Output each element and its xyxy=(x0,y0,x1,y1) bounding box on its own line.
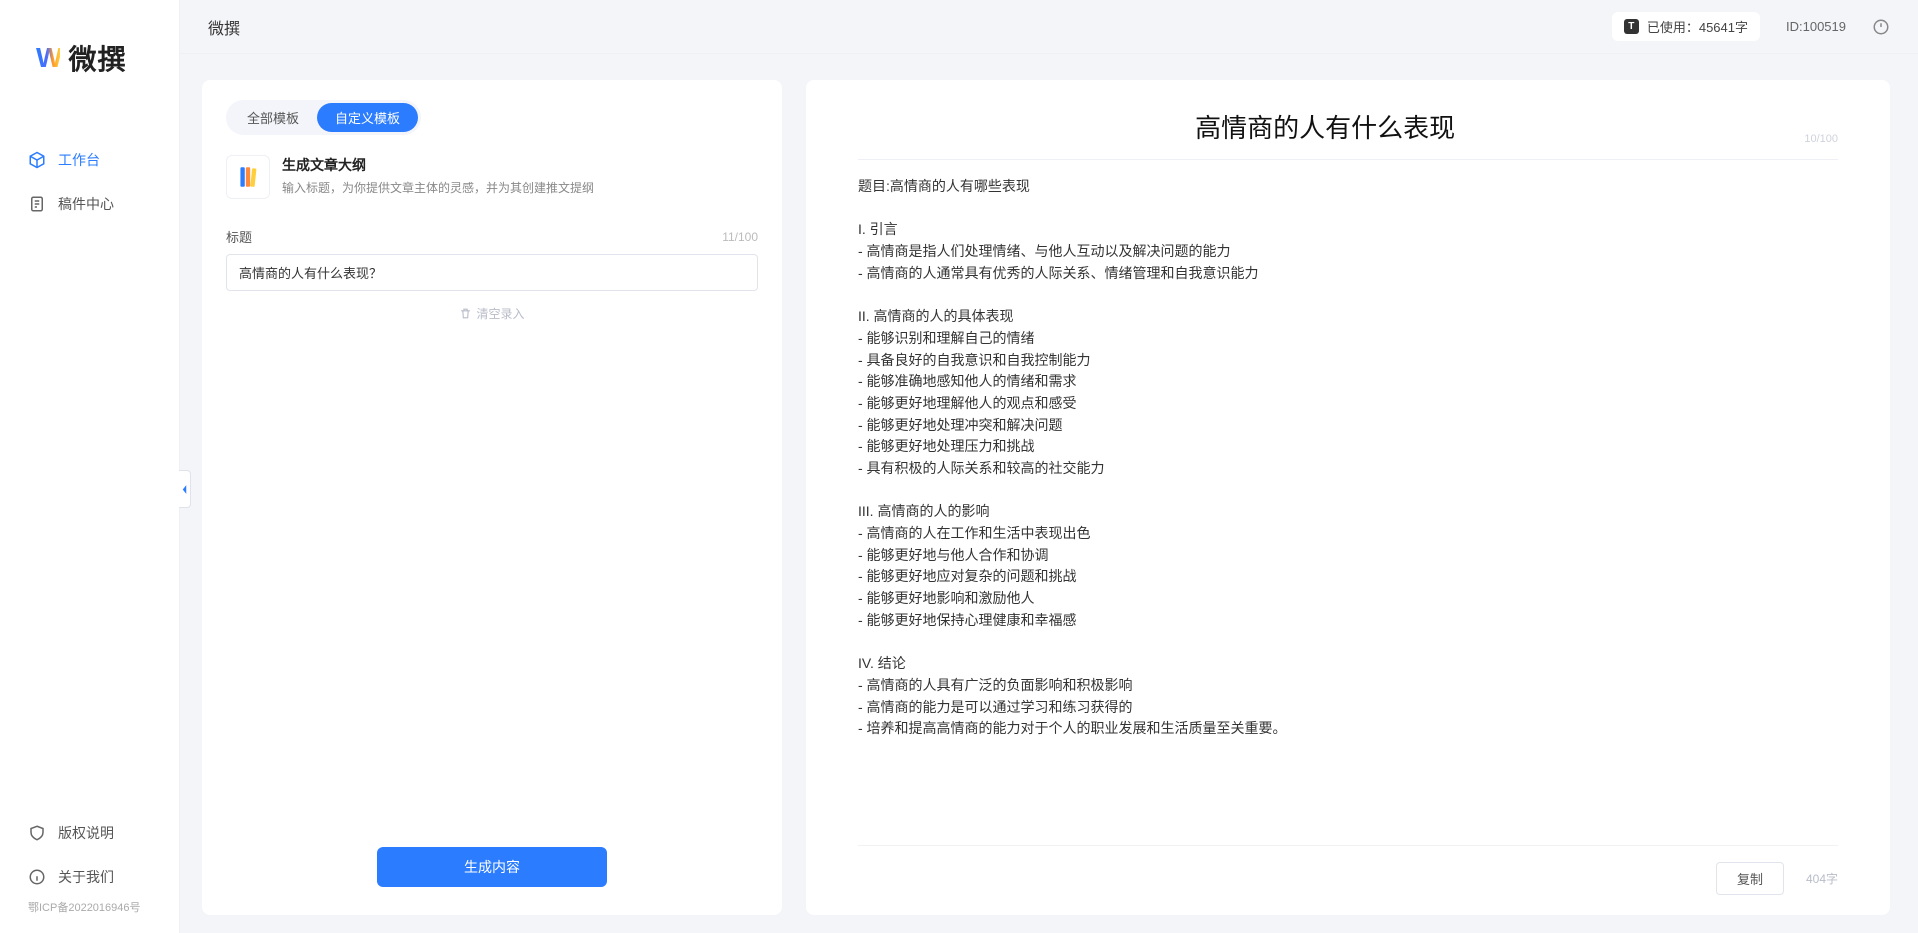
output-body[interactable]: 题目:高情商的人有哪些表现 I. 引言 - 高情商是指人们处理情绪、与他人互动以… xyxy=(858,176,1838,776)
user-id: ID:100519 xyxy=(1786,19,1846,34)
field-label: 标题 xyxy=(226,227,252,246)
content: 全部模板 自定义模板 生成文章大纲 输入标题，为你提供文章主体的灵感，并为其创建… xyxy=(180,54,1918,933)
generate-button[interactable]: 生成内容 xyxy=(377,847,607,887)
main: 微撰 T 已使用：45641字 ID:100519 全部模板 自定义模板 xyxy=(180,0,1918,933)
output-panel: 高情商的人有什么表现 10/100 题目:高情商的人有哪些表现 I. 引言 - … xyxy=(806,80,1890,915)
icp-text: 鄂ICP备2022016946号 xyxy=(0,899,179,925)
sidebar: W 微撰 工作台 稿件中心 版权说明 xyxy=(0,0,180,933)
nav-label: 关于我们 xyxy=(58,867,114,887)
topbar: 微撰 T 已使用：45641字 ID:100519 xyxy=(180,0,1918,54)
usage-text: 已使用：45641字 xyxy=(1647,17,1748,36)
field-block: 标题 11/100 xyxy=(226,227,758,291)
char-count: 11/100 xyxy=(722,230,758,244)
app-root: W 微撰 工作台 稿件中心 版权说明 xyxy=(0,0,1918,933)
title-input[interactable] xyxy=(226,254,758,291)
document-icon xyxy=(28,195,46,213)
nav-label: 工作台 xyxy=(58,150,100,170)
copy-button[interactable]: 复制 xyxy=(1716,862,1784,895)
tab-all-templates[interactable]: 全部模板 xyxy=(229,103,317,132)
nav-drafts[interactable]: 稿件中心 xyxy=(0,182,179,226)
clear-label: 清空录入 xyxy=(476,305,524,322)
nav-label: 版权说明 xyxy=(58,823,114,843)
sidebar-bottom: 版权说明 关于我们 鄂ICP备2022016946号 xyxy=(0,811,179,933)
shield-icon xyxy=(28,824,46,842)
nav-workspace[interactable]: 工作台 xyxy=(0,138,179,182)
output-title-count: 10/100 xyxy=(1804,133,1838,145)
template-card: 生成文章大纲 输入标题，为你提供文章主体的灵感，并为其创建推文提纲 xyxy=(226,155,758,199)
tab-custom-templates[interactable]: 自定义模板 xyxy=(317,103,418,132)
books-icon xyxy=(235,164,261,190)
output-word-count: 404字 xyxy=(1806,870,1838,887)
template-thumb xyxy=(226,155,270,199)
output-title: 高情商的人有什么表现 xyxy=(858,108,1792,145)
sidebar-collapse-handle[interactable] xyxy=(179,470,191,508)
template-tabs: 全部模板 自定义模板 xyxy=(226,100,421,135)
logo-mark: W xyxy=(36,42,60,74)
info-icon xyxy=(28,868,46,886)
logo: W 微撰 xyxy=(0,0,179,98)
cube-icon xyxy=(28,151,46,169)
power-icon[interactable] xyxy=(1872,18,1890,36)
template-desc: 输入标题，为你提供文章主体的灵感，并为其创建推文提纲 xyxy=(282,179,594,196)
output-footer: 复制 404字 xyxy=(858,845,1838,895)
template-title: 生成文章大纲 xyxy=(282,155,594,175)
text-token-icon: T xyxy=(1624,19,1639,34)
input-panel: 全部模板 自定义模板 生成文章大纲 输入标题，为你提供文章主体的灵感，并为其创建… xyxy=(202,80,782,915)
nav-copyright[interactable]: 版权说明 xyxy=(0,811,179,855)
chevron-left-icon xyxy=(181,484,188,495)
trash-icon xyxy=(459,307,472,320)
clear-input-button[interactable]: 清空录入 xyxy=(226,305,758,322)
nav-main: 工作台 稿件中心 xyxy=(0,98,179,226)
topbar-right: T 已使用：45641字 ID:100519 xyxy=(1612,12,1890,41)
template-info: 生成文章大纲 输入标题，为你提供文章主体的灵感，并为其创建推文提纲 xyxy=(282,155,594,196)
nav-label: 稿件中心 xyxy=(58,194,114,214)
page-title: 微撰 xyxy=(208,15,240,39)
nav-about[interactable]: 关于我们 xyxy=(0,855,179,899)
output-title-row: 高情商的人有什么表现 10/100 xyxy=(858,108,1838,160)
usage-badge[interactable]: T 已使用：45641字 xyxy=(1612,12,1760,41)
logo-text: 微撰 xyxy=(68,38,126,78)
